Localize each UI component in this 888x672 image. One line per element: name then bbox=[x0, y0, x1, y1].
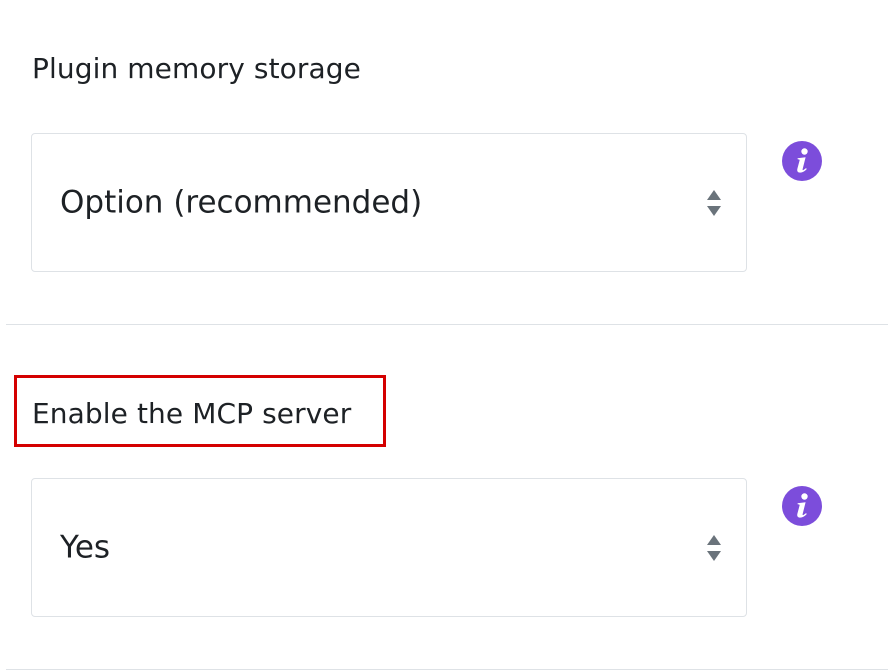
info-icon[interactable] bbox=[782, 486, 822, 526]
select-value: Option (recommended) bbox=[60, 184, 423, 220]
divider bbox=[6, 324, 888, 325]
enable-mcp-server-select[interactable]: Yes bbox=[31, 478, 747, 617]
setting-plugin-memory-storage: Plugin memory storage Option (recommende… bbox=[0, 0, 888, 325]
info-icon[interactable] bbox=[782, 141, 822, 181]
setting-label: Plugin memory storage bbox=[32, 52, 361, 85]
select-arrows-icon bbox=[706, 532, 722, 564]
setting-enable-mcp-server: Enable the MCP server Yes bbox=[0, 326, 888, 669]
select-arrows-icon bbox=[706, 187, 722, 219]
divider bbox=[6, 669, 888, 670]
plugin-memory-storage-select[interactable]: Option (recommended) bbox=[31, 133, 747, 272]
select-value: Yes bbox=[60, 529, 111, 565]
setting-label: Enable the MCP server bbox=[32, 397, 352, 430]
